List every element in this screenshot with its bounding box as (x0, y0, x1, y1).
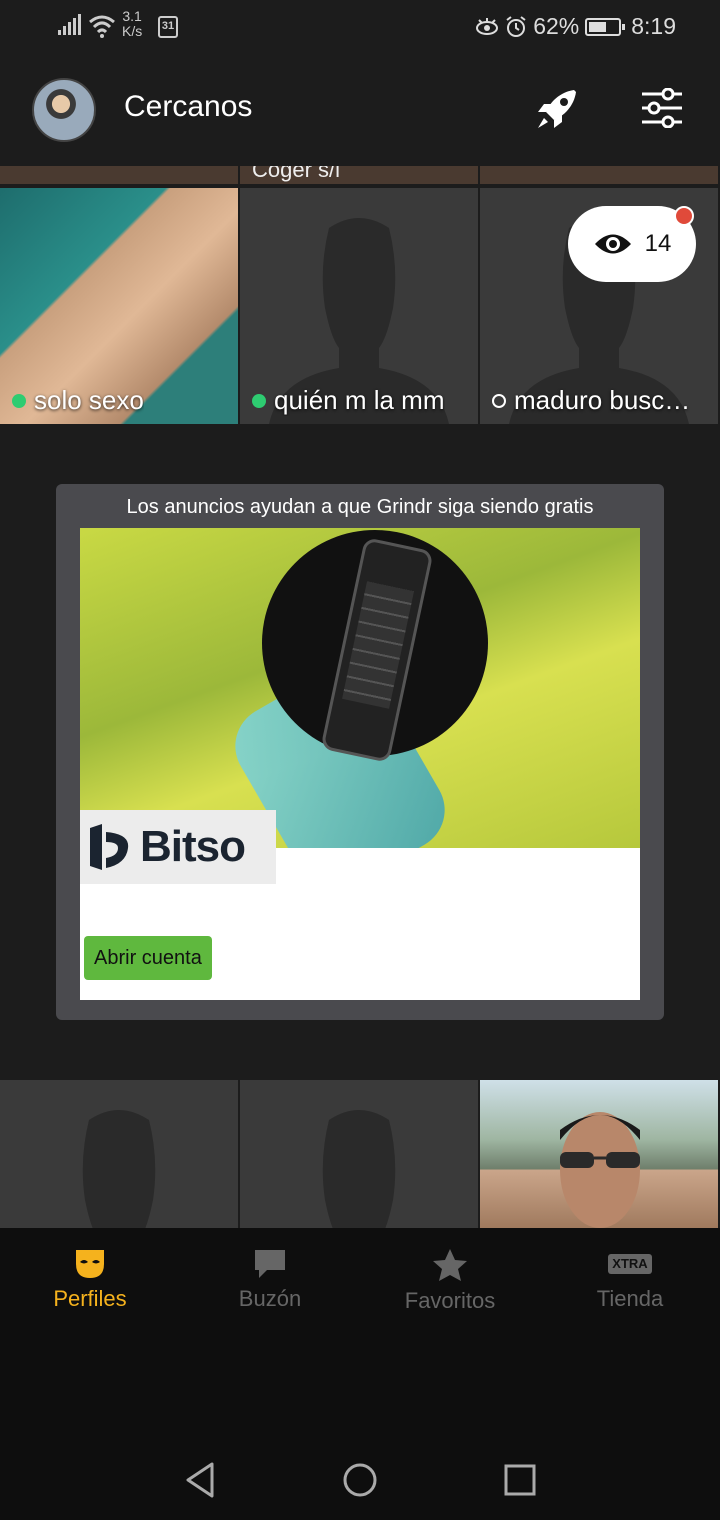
ad-brand-name: Bitso (140, 822, 246, 871)
online-indicator (12, 393, 26, 408)
default-avatar-silhouette (82, 1110, 156, 1228)
viewed-me-count: 14 (644, 230, 672, 257)
system-nav-bar (0, 1340, 720, 1520)
bitso-logo-icon (90, 824, 129, 870)
ad-cta-button[interactable]: Abrir cuenta (84, 936, 212, 980)
wifi-icon (89, 15, 115, 38)
nav-label: Favoritos (404, 1288, 496, 1313)
profile-name: quién m la mm (274, 385, 445, 415)
profile-avatar[interactable] (32, 78, 96, 142)
profile-tile[interactable]: quién m la mm (240, 188, 478, 424)
chat-icon (255, 1250, 285, 1278)
nav-label: Perfiles (53, 1286, 127, 1311)
nav-item-perfiles[interactable]: Perfiles (0, 1228, 180, 1340)
profile-tile[interactable]: Coger s/l (240, 166, 478, 184)
profile-name: maduro busc… (514, 385, 691, 415)
profile-name: Coger s/l (252, 166, 341, 182)
offline-indicator (492, 393, 506, 408)
nav-item-tienda[interactable]: XTRA Tienda (540, 1228, 720, 1340)
star-icon (433, 1249, 467, 1281)
status-bar: 3.1 K/s 31 62% 8:19 (0, 0, 720, 56)
battery-percent: 62% (533, 13, 580, 39)
recents-icon[interactable] (504, 1464, 536, 1496)
battery-icon (585, 17, 626, 36)
profile-tile[interactable] (0, 1080, 238, 1228)
profile-photo-face (560, 1112, 640, 1228)
mask-icon (76, 1250, 104, 1278)
profile-label: maduro busc… (492, 385, 690, 416)
network-speed-unit: K/s (122, 23, 143, 39)
nav-item-buzon[interactable]: Buzón (180, 1228, 360, 1340)
grid-partial-row: Coger s/l (0, 166, 720, 184)
online-indicator (252, 393, 266, 408)
profile-tile[interactable] (0, 166, 238, 184)
profile-tile[interactable]: solo sexo (0, 188, 238, 424)
profile-tile[interactable] (480, 1080, 718, 1228)
nav-item-favoritos[interactable]: Favoritos (360, 1228, 540, 1340)
rocket-icon[interactable] (534, 86, 580, 132)
eye-comfort-icon (476, 17, 499, 35)
xtra-icon: XTRA (608, 1254, 652, 1274)
network-speed-value: 3.1 (122, 8, 142, 24)
profile-label: quién m la mm (252, 385, 445, 416)
alarm-icon (506, 15, 526, 37)
home-icon[interactable] (342, 1462, 378, 1498)
profile-tile[interactable] (240, 1080, 478, 1228)
profile-name: solo sexo (34, 385, 144, 415)
profile-label: solo sexo (12, 385, 144, 416)
app-header: Cercanos (0, 56, 720, 166)
viewed-me-button[interactable]: 14 (568, 206, 696, 282)
nav-label: Tienda (596, 1286, 664, 1311)
back-icon[interactable] (184, 1462, 216, 1498)
eye-icon (594, 234, 631, 254)
page-title: Cercanos (124, 90, 253, 123)
grid-row (0, 1080, 720, 1228)
signal-icon (58, 14, 81, 35)
calendar-icon: 31 (158, 16, 178, 38)
filter-sliders-icon[interactable] (640, 88, 684, 128)
profile-tile[interactable] (480, 166, 718, 184)
clock: 8:19 (631, 13, 676, 39)
nav-label: Buzón (238, 1286, 302, 1311)
bottom-nav: Perfiles Buzón Favoritos XTRA Tienda (0, 1228, 720, 1340)
ad-container: Los anuncios ayudan a que Grindr siga si… (56, 484, 664, 1020)
network-speed: 3.1 K/s (122, 9, 142, 39)
ad-disclaimer: Los anuncios ayudan a que Grindr siga si… (126, 496, 594, 518)
ad-creative-image[interactable] (80, 528, 640, 848)
notification-dot (674, 206, 694, 226)
default-avatar-silhouette (322, 1110, 396, 1228)
ad-brand-logo[interactable]: Bitso (80, 810, 276, 884)
